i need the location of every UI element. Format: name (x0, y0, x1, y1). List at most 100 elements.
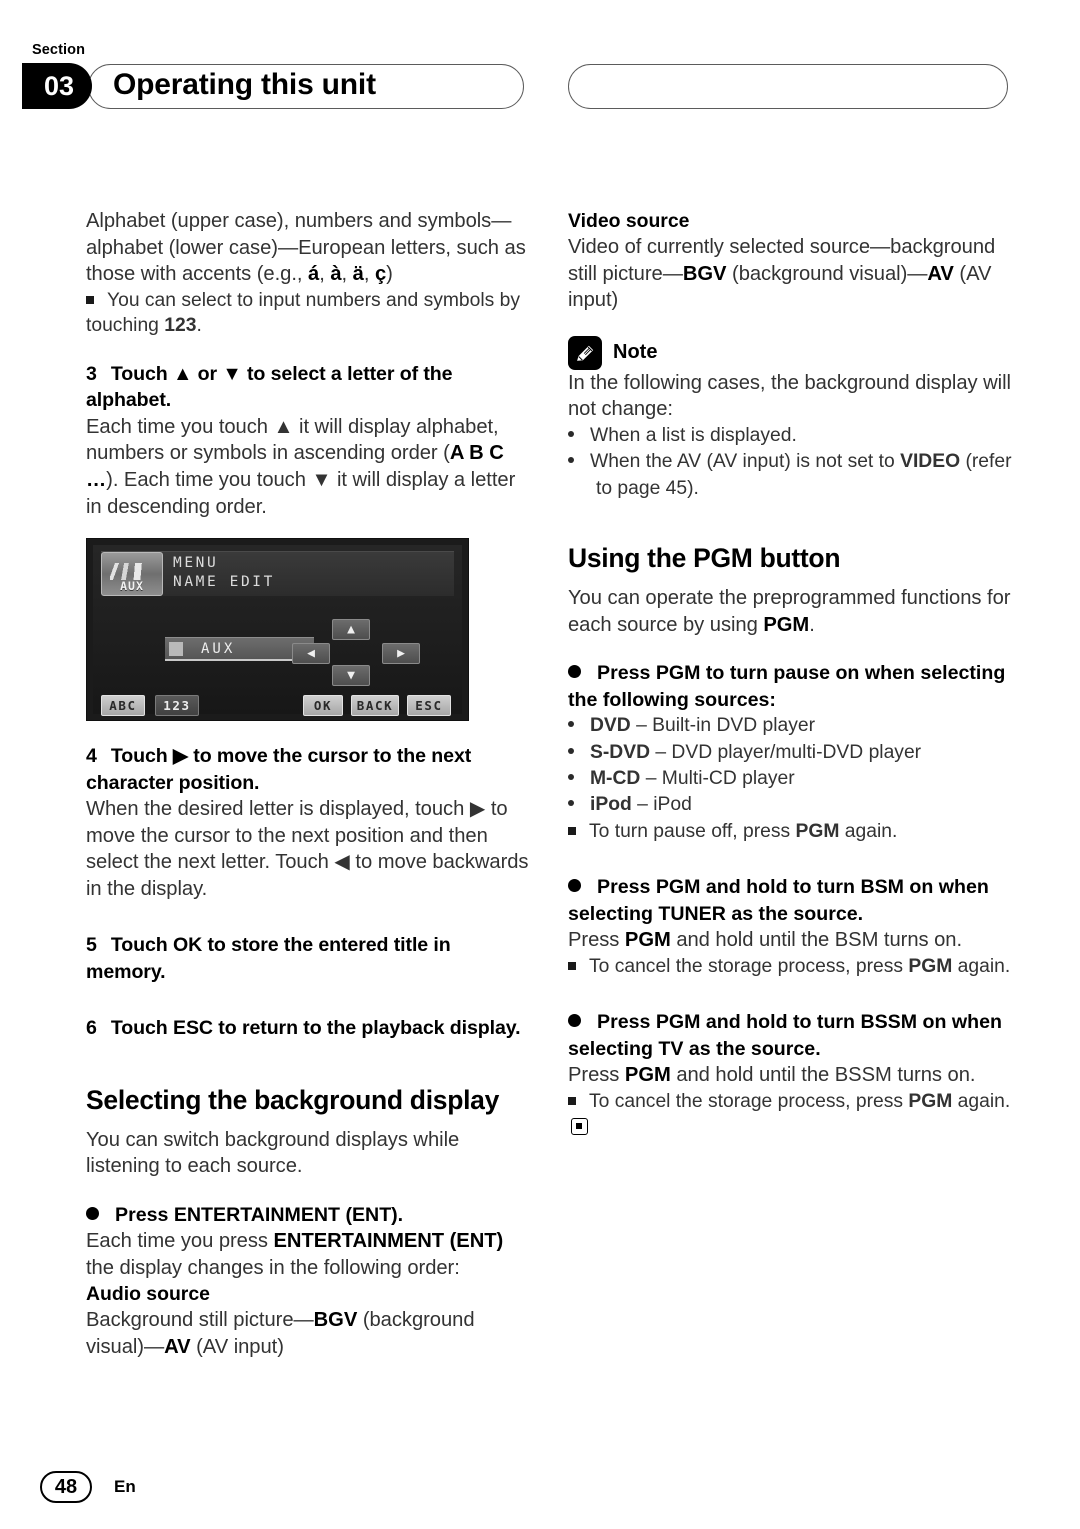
note-label: Note (613, 341, 658, 364)
press-ent-body: Each time you press ENTERTAINMENT (ENT) … (86, 1230, 504, 1279)
audio-source-label: Audio source (86, 1283, 210, 1306)
pgm-source-item: iPod – iPod (568, 792, 1013, 818)
pgm-source-item: S-DVD – DVD player/multi-DVD player (568, 740, 1013, 766)
right-column: Video source Video of currently selected… (568, 208, 1013, 1140)
background-display-intro: You can switch background displays while… (86, 1128, 460, 1178)
round-bullet-icon (568, 430, 574, 437)
step-6-heading-text: Touch ESC to return to the playback disp… (110, 1017, 521, 1040)
pgm-source-text: DVD – Built-in DVD player (590, 715, 816, 737)
lcd-up-button[interactable]: ▲ (332, 619, 370, 641)
intro-paragraph: Alphabet (upper case), numbers and symbo… (86, 210, 526, 286)
pgm-bullet-1-heading: Press PGM to turn pause on when selectin… (568, 660, 1013, 713)
step-4-heading: 4 Touch ▶ to move the cursor to the next … (86, 743, 531, 796)
pgm-section-title: Using the PGM button (568, 543, 841, 574)
pgm-bullet-3-note-text: To cancel the storage process, press PGM… (589, 1090, 1011, 1112)
round-bullet-icon (568, 665, 581, 679)
background-display-section-title: Selecting the background display (86, 1084, 500, 1115)
note-header: Note (568, 335, 1013, 370)
pgm-bullet-3-note: To cancel the storage process, press PGM… (568, 1089, 1013, 1140)
round-bullet-icon (568, 457, 574, 464)
note-intro: In the following cases, the background d… (568, 371, 1011, 421)
lcd-abc-key[interactable]: ABC (101, 695, 145, 717)
pgm-bullet-3-text: Press PGM and hold to turn BSSM on when … (568, 1011, 1002, 1060)
square-bullet-icon (568, 961, 576, 970)
pgm-source-item: DVD – Built-in DVD player (568, 713, 1013, 739)
note-item-text: When a list is displayed. (590, 424, 797, 446)
lcd-down-button[interactable]: ▼ (332, 665, 370, 687)
step-6-number: 6 (86, 1017, 97, 1040)
pgm-intro: You can operate the preprogrammed functi… (568, 587, 1011, 636)
round-bullet-icon (568, 747, 574, 754)
press-ent-bullet-text: Press ENTERTAINMENT (ENT). (115, 1203, 404, 1226)
lcd-aux-badge-icon: AUX (101, 552, 163, 597)
pgm-bullet-2-note-text: To cancel the storage process, press PGM… (589, 955, 1011, 977)
note-item: When the AV (AV input) is not set to VID… (568, 449, 1013, 502)
step-3-number: 3 (86, 362, 97, 385)
aux-wing-icon (110, 563, 154, 581)
pgm-source-text: S-DVD – DVD player/multi-DVD player (590, 741, 922, 763)
round-bullet-icon (568, 721, 574, 728)
page-footer: 48 En (40, 1471, 136, 1503)
lcd-left-button[interactable]: ◀ (292, 643, 330, 665)
square-bullet-icon (86, 295, 94, 304)
step-4-heading-text: Touch ▶ to move the cursor to the next c… (86, 745, 472, 794)
header-blank-pill (568, 64, 1008, 109)
page-number-badge: 48 (40, 1471, 92, 1503)
step-4-number: 4 (86, 745, 97, 768)
section-number-badge: 03 (22, 63, 92, 109)
page-title: Operating this unit (113, 68, 376, 101)
square-bullet-icon (568, 1096, 576, 1105)
pgm-bullet-1-note: To turn pause off, press PGM again. (568, 819, 1013, 845)
step-3-heading-text: Touch ▲ or ▼ to select a letter of the a… (86, 362, 453, 412)
page-header: Section 03 Operating this unit (0, 0, 1080, 150)
pgm-bullet-2-text: Press PGM and hold to turn BSM on when s… (568, 876, 989, 925)
pgm-bullet-1-note-text: To turn pause off, press PGM again. (589, 820, 898, 842)
step-3-body: Each time you touch ▲ it will display al… (86, 415, 516, 518)
press-ent-bullet-heading: Press ENTERTAINMENT (ENT). (86, 1202, 531, 1228)
lcd-menu-line2: NAME EDIT (173, 574, 275, 591)
audio-source-order: Background still picture—BGV (background… (86, 1309, 475, 1358)
video-source-order: Video of currently selected source—backg… (568, 236, 996, 312)
round-bullet-icon (86, 1206, 99, 1220)
lcd-aux-badge-text: AUX (120, 579, 144, 594)
step-3-heading: 3 Touch ▲ or ▼ to select a letter of the … (86, 361, 531, 414)
round-bullet-icon (568, 879, 581, 893)
lcd-right-button[interactable]: ▶ (382, 643, 420, 665)
note-item-text: When the AV (AV input) is not set to VID… (590, 451, 1012, 499)
round-bullet-icon (568, 1014, 581, 1028)
intro-note-item: You can select to input numbers and symb… (86, 288, 531, 339)
language-code: En (114, 1477, 136, 1496)
round-bullet-icon (568, 774, 574, 780)
pgm-bullet-2-heading: Press PGM and hold to turn BSM on when s… (568, 874, 1013, 927)
video-source-label: Video source (568, 210, 690, 232)
left-column: Alphabet (upper case), numbers and symbo… (86, 208, 531, 1361)
lcd-inner-panel: AUX MENU NAME EDIT AUX ↵ ▲ ◀ ▼ ▶ ABC 123… (93, 545, 462, 717)
lcd-123-key[interactable]: 123 (155, 695, 199, 717)
triangle-right-icon: ▶ (397, 646, 405, 662)
round-bullet-icon (568, 800, 574, 807)
lcd-esc-key[interactable]: ESC (407, 695, 451, 717)
triangle-left-icon: ◀ (307, 646, 315, 662)
pgm-bullet-3-body: Press PGM and hold until the BSSM turns … (568, 1064, 976, 1087)
section-label: Section (32, 42, 86, 58)
pgm-source-item: M-CD – Multi-CD player (568, 766, 1013, 792)
lcd-field-value: AUX (201, 641, 236, 658)
pgm-bullet-2-body: Press PGM and hold until the BSM turns o… (568, 929, 963, 952)
square-bullet-icon (568, 826, 576, 835)
end-of-section-icon (571, 1118, 588, 1136)
step-5-heading-text: Touch OK to store the entered title in m… (86, 934, 451, 983)
step-5-number: 5 (86, 934, 97, 957)
pencil-icon (568, 335, 602, 370)
pgm-source-text: iPod – iPod (590, 794, 692, 816)
step-4-body: When the desired letter is displayed, to… (86, 797, 529, 900)
note-item: When a list is displayed. (568, 423, 1013, 449)
lcd-ok-key[interactable]: OK (303, 695, 343, 717)
lcd-menu-line1: MENU (173, 555, 219, 572)
pgm-bullet-3-heading: Press PGM and hold to turn BSSM on when … (568, 1009, 1013, 1062)
intro-note-text: You can select to input numbers and symb… (86, 289, 521, 337)
step-5-heading: 5 Touch OK to store the entered title in … (86, 932, 531, 985)
lcd-back-key[interactable]: BACK (351, 695, 399, 717)
lcd-cursor-block-icon (169, 642, 183, 657)
pgm-bullet-1-text: Press PGM to turn pause on when selectin… (568, 662, 1006, 711)
lcd-screen-illustration: AUX MENU NAME EDIT AUX ↵ ▲ ◀ ▼ ▶ ABC 123… (86, 538, 469, 722)
